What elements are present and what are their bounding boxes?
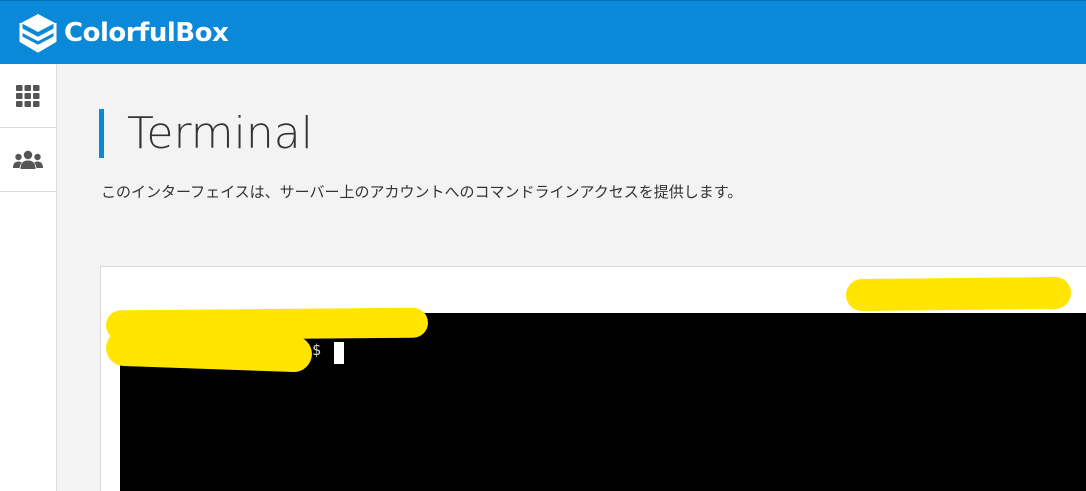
stacked-layers-logo-icon[interactable] [18,11,58,55]
top-header-bar: ColorfulBox [0,0,1086,64]
brand-name[interactable]: ColorfulBox [64,15,229,51]
redaction-mark [105,329,313,373]
sidebar [0,64,57,491]
title-accent-bar [99,109,104,158]
terminal-cursor [334,342,344,364]
sidebar-item-users[interactable] [0,128,56,192]
page-title: Terminal [127,108,313,159]
terminal-prompt: $ [312,341,322,359]
grid-icon [16,84,40,107]
page-description: このインターフェイスは、サーバー上のアカウントへのコマンドラインアクセスを提供し… [101,183,743,201]
sidebar-item-apps[interactable] [0,64,56,128]
redaction-mark [845,276,1072,312]
users-icon [13,150,43,169]
